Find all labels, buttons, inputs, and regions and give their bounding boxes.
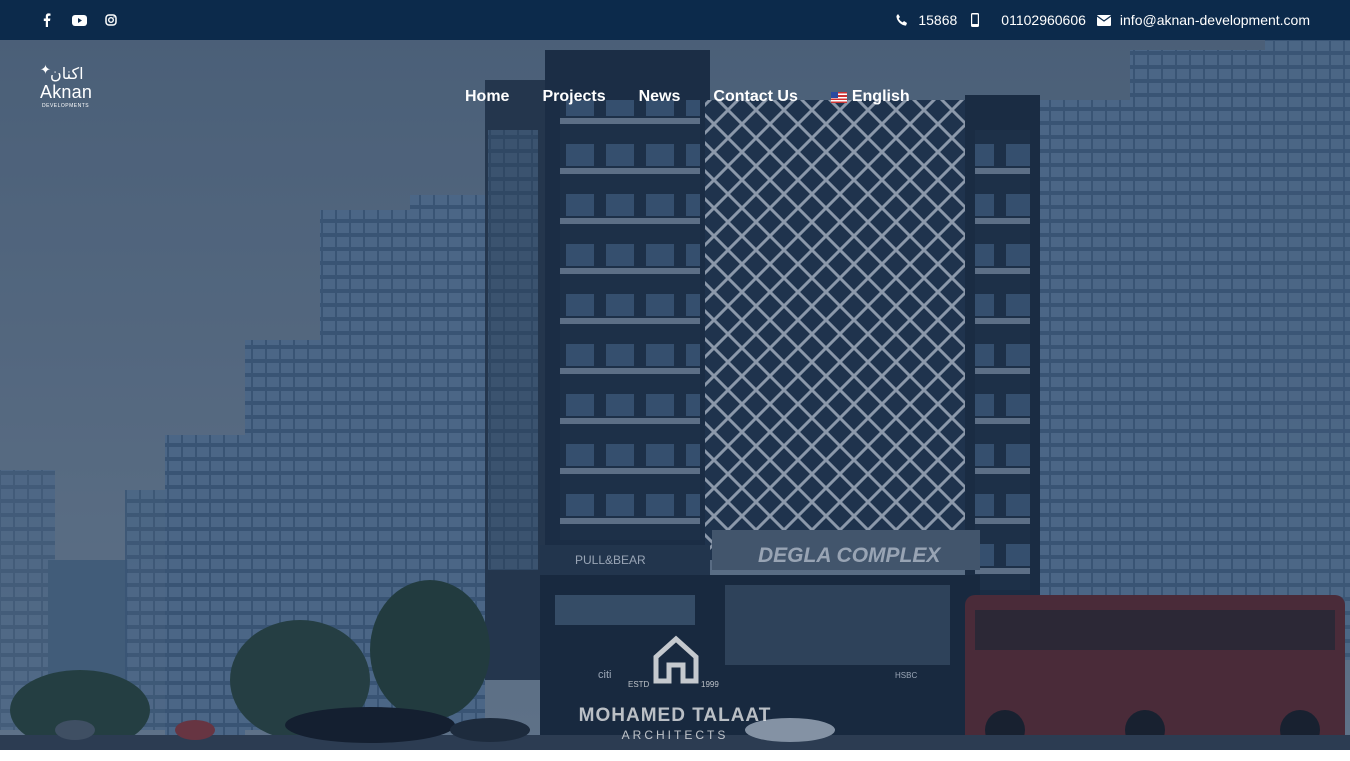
- mobile[interactable]: 01102960606: [967, 12, 1086, 28]
- architect-watermark: ESTD 1999 MOHAMED TALAAT ARCHITECTS: [560, 635, 790, 750]
- logo-subtitle: DEVELOPMENTS: [42, 103, 90, 109]
- nav-item-home[interactable]: Home: [465, 88, 509, 106]
- facebook-icon[interactable]: [38, 11, 56, 29]
- email-address: info@aknan-development.com: [1119, 12, 1310, 28]
- phone-icon: [894, 12, 910, 28]
- youtube-icon[interactable]: [70, 11, 88, 29]
- main-navigation: Home Projects News Contact Us English: [465, 88, 910, 106]
- logo-arabic: اكنان: [50, 64, 84, 83]
- watermark-name: MOHAMED TALAAT: [578, 705, 772, 726]
- hero-section: DEGLA COMPLEX PULL&BEAR citi HSBC ✦ اكنا…: [0, 40, 1350, 750]
- mobile-number: 01102960606: [1001, 12, 1086, 28]
- hotline[interactable]: 15868: [894, 12, 957, 28]
- logo-english: Aknan: [40, 82, 93, 102]
- language-switcher[interactable]: English: [830, 88, 910, 106]
- us-flag-icon: [830, 91, 847, 103]
- watermark-year: 1999: [701, 680, 719, 689]
- nav-item-contact[interactable]: Contact Us: [713, 88, 797, 106]
- watermark-estd: ESTD: [628, 680, 650, 689]
- social-links: [38, 0, 120, 40]
- watermark-subtitle: ARCHITECTS: [621, 728, 729, 742]
- nav-item-projects[interactable]: Projects: [542, 88, 605, 106]
- language-label: English: [851, 88, 910, 105]
- instagram-icon[interactable]: [102, 11, 120, 29]
- site-logo[interactable]: ✦ اكنان Aknan DEVELOPMENTS: [38, 60, 102, 110]
- envelope-icon: [1096, 12, 1112, 28]
- top-bar: 15868 01102960606 info@aknan-development…: [0, 0, 1350, 40]
- email[interactable]: info@aknan-development.com: [1096, 12, 1310, 28]
- architect-logo-icon: [653, 635, 699, 684]
- mobile-icon: [967, 12, 983, 28]
- hotline-number: 15868: [918, 12, 958, 28]
- nav-item-news[interactable]: News: [639, 88, 681, 106]
- contact-info: 15868 01102960606 info@aknan-development…: [894, 0, 1310, 40]
